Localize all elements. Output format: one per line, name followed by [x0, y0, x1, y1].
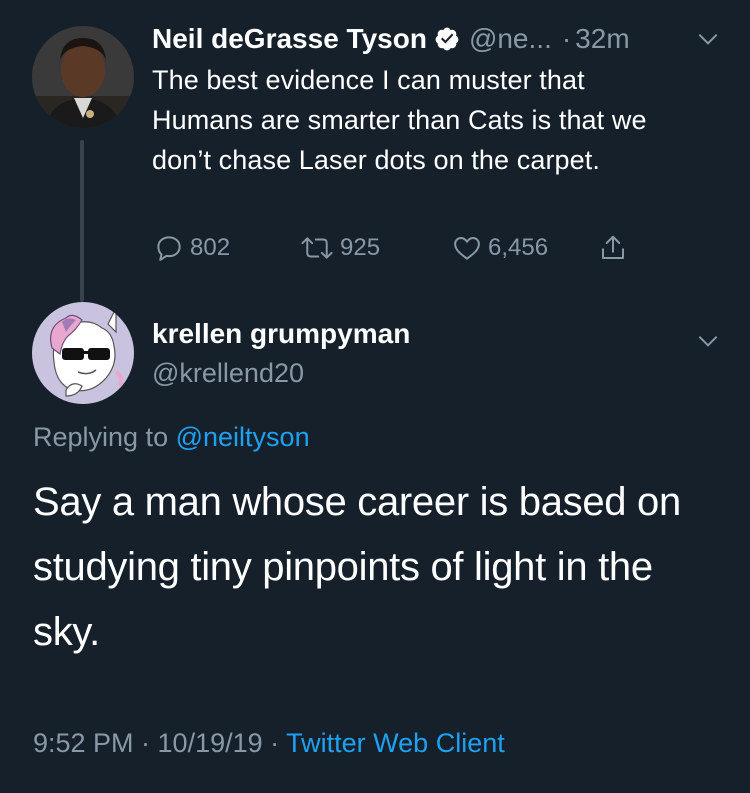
replying-to-label: Replying to [33, 422, 169, 452]
share-button[interactable] [598, 228, 628, 268]
original-tweet[interactable]: Neil deGrasse Tyson @ne... · 32m The bes… [152, 18, 732, 261]
header-separator: · [561, 23, 572, 54]
tweet-timestamp[interactable]: 9:52 PM · 10/19/19 · [33, 728, 279, 758]
reply-author-display-name[interactable]: krellen grumpyman [152, 318, 410, 350]
verified-badge-icon [434, 26, 460, 52]
retweet-button[interactable]: 925 [300, 228, 380, 268]
chevron-down-icon[interactable] [695, 328, 721, 354]
reply-button[interactable]: 802 [154, 228, 230, 268]
reply-icon [157, 236, 181, 261]
reply-author-handle[interactable]: @krellend20 [152, 358, 304, 389]
like-count: 6,456 [488, 234, 549, 261]
author-display-name[interactable]: Neil deGrasse Tyson [152, 23, 427, 55]
thread-connector-line [80, 140, 84, 302]
reply-tweet-text: Say a man whose career is based on study… [33, 480, 681, 654]
tweet-metadata-footer: 9:52 PM · 10/19/19 · Twitter Web Client [33, 728, 505, 759]
share-icon [602, 235, 624, 259]
tweet-thread: Neil deGrasse Tyson @ne... · 32m The bes… [0, 0, 750, 793]
author-avatar[interactable] [32, 26, 134, 128]
replying-to-mention-link[interactable]: @neiltyson [176, 422, 310, 452]
tweet-header: Neil deGrasse Tyson @ne... · 32m [152, 18, 732, 60]
retweet-count: 925 [340, 234, 381, 261]
reply-count: 802 [190, 234, 231, 261]
tweet-time-ago[interactable]: 32m [575, 23, 629, 55]
author-handle[interactable]: @ne... [469, 23, 552, 55]
chevron-down-icon[interactable] [695, 26, 721, 52]
like-button[interactable]: 6,456 [452, 228, 548, 268]
reply-author-avatar[interactable] [32, 302, 134, 404]
tweet-source-link[interactable]: Twitter Web Client [286, 728, 505, 758]
like-icon [454, 237, 480, 260]
tweet-text: The best evidence I can muster that Huma… [152, 65, 647, 175]
replying-to-line: Replying to @neiltyson [33, 422, 310, 453]
retweet-icon [301, 237, 333, 259]
